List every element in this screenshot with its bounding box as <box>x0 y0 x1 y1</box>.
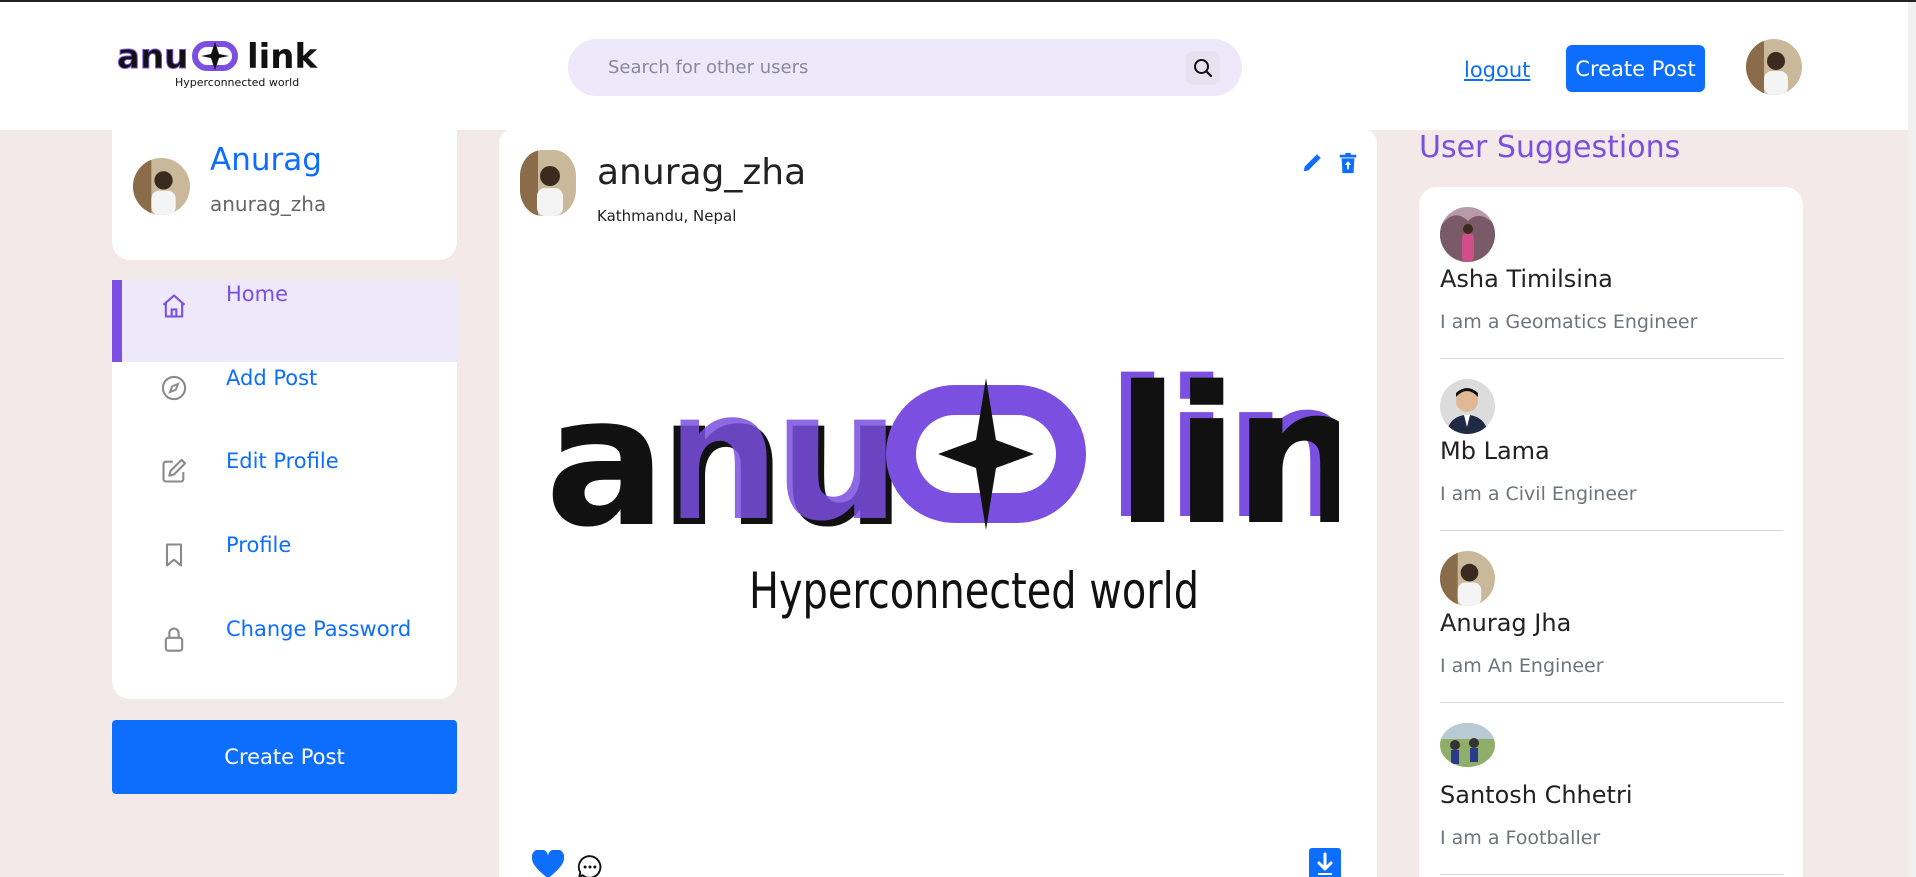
suggestion-item[interactable]: Mb Lama I am a Civil Engineer <box>1440 359 1783 531</box>
sidebar-item-profile[interactable]: Profile <box>112 531 457 613</box>
post-card: anurag_zha Kathmandu, Nepal anu anu link… <box>499 128 1377 877</box>
suggestion-avatar[interactable] <box>1440 551 1495 606</box>
suggestion-bio: I am a Geomatics Engineer <box>1440 311 1698 333</box>
suggestion-name[interactable]: Mb Lama <box>1440 437 1550 465</box>
sidebar-item-change-password[interactable]: Change Password <box>112 615 457 697</box>
compass-icon <box>161 375 187 401</box>
user-avatar[interactable] <box>1746 39 1802 95</box>
svg-text:link: link <box>1115 348 1339 567</box>
edit-icon <box>162 458 187 483</box>
navbar: anu link Hyperconnected world logout Cre… <box>0 2 1916 130</box>
post-image-tagline: Hyperconnected world <box>749 562 1199 620</box>
sidebar-item-label: Change Password <box>226 617 412 641</box>
suggestion-avatar[interactable] <box>1440 723 1495 767</box>
post-image[interactable]: anu anu link link Hyperconnected world <box>539 348 1339 668</box>
profile-name[interactable]: Anurag <box>210 142 322 178</box>
post-image-logo: anu anu link link <box>539 348 1339 567</box>
search-icon <box>1194 59 1213 78</box>
nav-create-post-button[interactable]: Create Post <box>1566 45 1705 92</box>
svg-text:link: link <box>247 37 319 77</box>
anulink-logo[interactable]: anu link Hyperconnected world <box>117 32 337 92</box>
sidebar-create-post-button[interactable]: Create Post <box>112 720 457 794</box>
pencil-icon[interactable] <box>1301 152 1323 174</box>
suggestion-bio: I am a Civil Engineer <box>1440 483 1637 505</box>
sidebar-item-edit-profile[interactable]: Edit Profile <box>112 447 457 529</box>
suggestion-name[interactable]: Asha Timilsina <box>1440 265 1613 293</box>
home-icon <box>162 294 186 318</box>
sidebar-item-label: Edit Profile <box>226 449 339 473</box>
trash-icon[interactable] <box>1337 152 1359 174</box>
sidebar-item-label: Profile <box>226 533 292 557</box>
heart-icon[interactable] <box>532 850 564 877</box>
scrollbar[interactable] <box>1908 2 1916 877</box>
suggestion-item[interactable]: Santosh Chhetri I am a Footballer <box>1440 703 1783 875</box>
post-author-username[interactable]: anurag_zha <box>597 152 806 193</box>
search-button[interactable] <box>1186 51 1220 85</box>
search-input[interactable] <box>608 57 1168 78</box>
logout-link[interactable]: logout <box>1464 58 1530 82</box>
lock-icon <box>164 627 184 652</box>
suggestion-item[interactable]: Asha Timilsina I am a Geomatics Engineer <box>1440 187 1783 359</box>
suggestion-name[interactable]: Santosh Chhetri <box>1440 781 1632 809</box>
suggestion-avatar[interactable] <box>1440 379 1495 434</box>
bookmark-icon <box>165 543 183 567</box>
sidebar-item-add-post[interactable]: Add Post <box>112 364 457 446</box>
logo-text-anu: anu <box>117 37 188 77</box>
sidebar-menu: Home Add Post Edit Profile Profile Chang… <box>112 280 457 699</box>
search-bar <box>568 39 1242 96</box>
sidebar-item-home[interactable]: Home <box>112 280 457 362</box>
suggestion-item[interactable]: Anurag Jha I am An Engineer <box>1440 531 1783 703</box>
suggestion-bio: I am a Footballer <box>1440 827 1601 849</box>
profile-avatar[interactable] <box>133 158 190 215</box>
sidebar-item-label: Home <box>226 282 289 306</box>
sidebar-item-label: Add Post <box>226 366 318 390</box>
profile-username: anurag_zha <box>210 192 327 216</box>
logo-tagline: Hyperconnected world <box>175 76 299 89</box>
suggestion-bio: I am An Engineer <box>1440 655 1604 677</box>
comment-icon[interactable] <box>577 854 603 877</box>
post-location: Kathmandu, Nepal <box>597 207 737 225</box>
suggestion-avatar[interactable] <box>1440 207 1495 262</box>
suggestions-card: Asha Timilsina I am a Geomatics Engineer… <box>1419 187 1803 877</box>
suggestions-title: User Suggestions <box>1419 130 1681 165</box>
post-author-avatar[interactable] <box>520 150 576 216</box>
profile-card: Anurag anurag_zha <box>112 112 457 260</box>
suggestion-name[interactable]: Anurag Jha <box>1440 609 1571 637</box>
download-icon[interactable] <box>1309 848 1341 877</box>
